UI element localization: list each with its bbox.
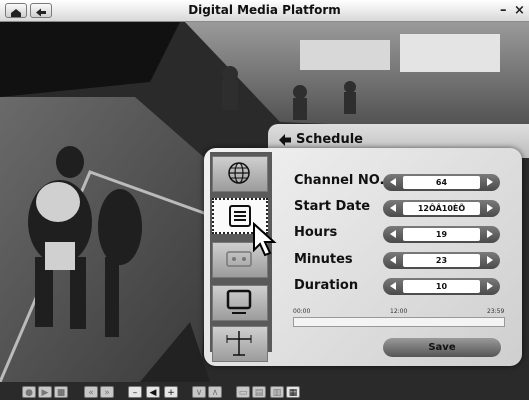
channel-value[interactable]: 64 xyxy=(403,176,480,189)
view-button-3[interactable]: ▥ xyxy=(270,386,284,398)
channel-down-button[interactable]: ∨ xyxy=(192,386,206,398)
volume-up-button[interactable]: + xyxy=(164,386,178,398)
window-title: Digital Media Platform xyxy=(188,3,341,17)
globe-icon xyxy=(228,162,250,184)
monitor-icon xyxy=(226,289,252,314)
timeline-start: 00:00 xyxy=(293,308,311,315)
increment-icon[interactable] xyxy=(487,256,493,264)
mouse-cursor-icon xyxy=(253,222,277,257)
antenna-button[interactable] xyxy=(212,326,268,362)
decrement-icon[interactable] xyxy=(390,204,396,212)
timeline-mid: 12:00 xyxy=(390,308,408,315)
increment-icon[interactable] xyxy=(487,282,493,290)
minutes-value[interactable]: 23 xyxy=(403,254,480,267)
view-button-1[interactable]: ▭ xyxy=(236,386,250,398)
stop-button[interactable]: ■ xyxy=(54,386,68,398)
schedule-title: Schedule xyxy=(296,132,363,147)
hours-label: Hours xyxy=(294,225,338,240)
increment-icon[interactable] xyxy=(487,204,493,212)
hours-value[interactable]: 19 xyxy=(403,228,480,241)
globe-button[interactable] xyxy=(212,156,268,192)
duration-label: Duration xyxy=(294,278,359,293)
decrement-icon[interactable] xyxy=(390,178,396,186)
decrement-icon[interactable] xyxy=(390,282,396,290)
close-button[interactable]: × xyxy=(514,3,525,18)
rewind-button[interactable]: « xyxy=(84,386,98,398)
play-button[interactable]: ▶ xyxy=(38,386,52,398)
duration-spinner[interactable]: 10 xyxy=(383,278,500,295)
duration-value[interactable]: 10 xyxy=(403,280,480,293)
forward-button[interactable]: » xyxy=(100,386,114,398)
save-button[interactable]: Save xyxy=(383,338,501,357)
view-button-2[interactable]: ▤ xyxy=(252,386,266,398)
start-date-value[interactable]: 12ÔÂ10ÈÕ xyxy=(403,202,480,215)
hours-spinner[interactable]: 19 xyxy=(383,226,500,243)
title-bar: Digital Media Platform – × xyxy=(0,0,529,22)
timeline-bar[interactable] xyxy=(293,317,505,327)
volume-down-button[interactable]: – xyxy=(128,386,142,398)
antenna-icon xyxy=(226,331,252,356)
channel-up-button[interactable]: ∧ xyxy=(208,386,222,398)
channel-label: Channel NO. xyxy=(294,173,385,188)
decrement-icon[interactable] xyxy=(390,256,396,264)
start-date-spinner[interactable]: 12ÔÂ10ÈÕ xyxy=(383,200,500,217)
timeline-end: 23:59 xyxy=(487,308,505,315)
minutes-label: Minutes xyxy=(294,252,353,267)
increment-icon[interactable] xyxy=(487,178,493,186)
monitor-button[interactable] xyxy=(212,285,268,321)
minimize-button[interactable]: – xyxy=(500,3,507,18)
decrement-icon[interactable] xyxy=(390,230,396,238)
channel-spinner[interactable]: 64 xyxy=(383,174,500,191)
record-button[interactable]: ● xyxy=(22,386,36,398)
view-button-4[interactable]: ▦ xyxy=(286,386,300,398)
start-date-label: Start Date xyxy=(294,199,371,214)
schedule-back-icon[interactable] xyxy=(278,133,292,147)
increment-icon[interactable] xyxy=(487,230,493,238)
mute-button[interactable]: ◀ xyxy=(146,386,160,398)
minutes-spinner[interactable]: 23 xyxy=(383,252,500,269)
